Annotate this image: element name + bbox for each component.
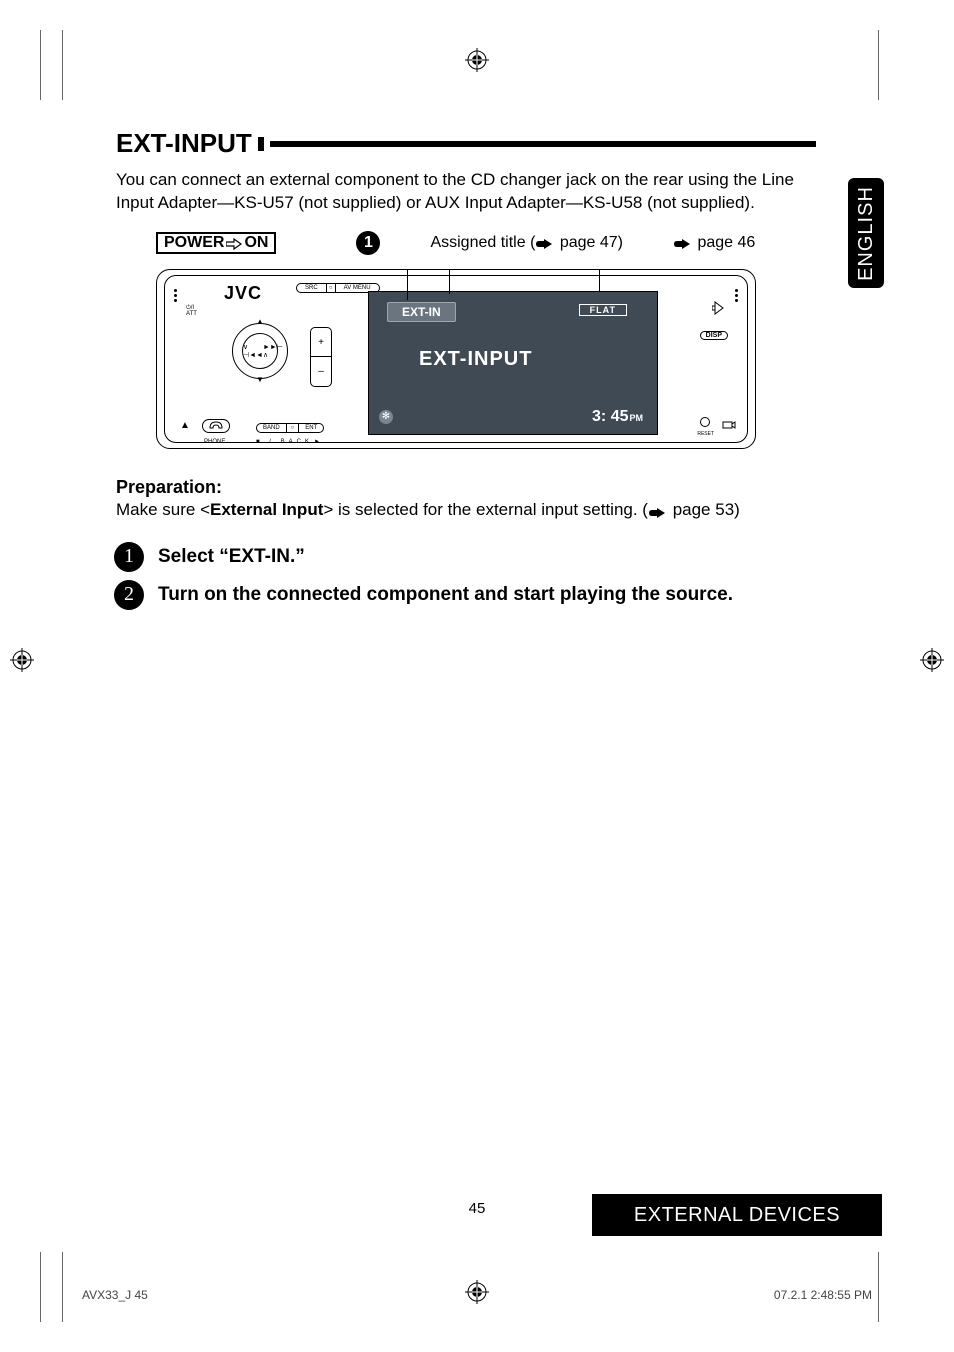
power-label-left: POWER (164, 234, 224, 252)
volume-rocker[interactable]: + – (310, 327, 332, 387)
registration-mark-bottom (465, 1280, 489, 1304)
preparation-body: Make sure <External Input> is selected f… (116, 500, 816, 520)
src-button[interactable]: SRC (296, 283, 326, 293)
step-2-badge: 2 (114, 580, 144, 610)
indicator-dots-left (174, 289, 177, 302)
screen-clock: 3: 45PM (592, 408, 643, 426)
pointing-hand-icon (648, 504, 666, 516)
device-screen: EXT-IN FLAT EXT-INPUT ✻ 3: 45PM (368, 291, 658, 435)
screen-eq-label: FLAT (579, 304, 627, 316)
device-diagram: JVC SRC ○ AV MENU ⏻/I ATT ▲ ∨ ⊣◄◄ ►►⊢ ∧ … (156, 261, 756, 451)
camera-icon (722, 419, 736, 431)
leader-line-icon (599, 270, 600, 292)
registration-mark-right (920, 648, 944, 672)
screen-source-tab: EXT-IN (387, 302, 456, 322)
dpad-group: ▲ ∨ ⊣◄◄ ►►⊢ ∧ ▼ + – (214, 317, 364, 407)
att-label: ⏻/I ATT (186, 305, 197, 317)
ent-button[interactable]: ENT (299, 423, 324, 433)
bluetooth-icon: ✻ (379, 410, 393, 424)
vol-plus[interactable]: + (311, 328, 331, 358)
page-number: 45 (469, 1200, 486, 1217)
screen-main-label: EXT-INPUT (419, 348, 532, 371)
clock-time: 3: 45 (592, 408, 628, 425)
disp-button[interactable]: DISP (700, 331, 728, 340)
footer-meta-left: AVX33_J 45 (82, 1288, 148, 1302)
pointing-hand-icon (535, 237, 553, 249)
phone-label: PHONE (204, 439, 225, 445)
reset-label: RESET (697, 431, 714, 437)
callout-row: POWER ON 1 Assigned title ( page 47) pag… (116, 231, 816, 255)
clock-pm: PM (630, 413, 644, 423)
band-button[interactable]: BAND (256, 423, 286, 433)
power-label-right: ON (244, 234, 268, 252)
pointing-hand-icon (673, 237, 691, 249)
heading-text: EXT-INPUT (116, 128, 252, 159)
leader-line-icon (407, 270, 408, 300)
brand-logo: JVC (224, 283, 262, 304)
steps-list: 1 Select “EXT-IN.” 2 Turn on the connect… (114, 542, 816, 610)
step-2: 2 Turn on the connected component and st… (114, 580, 816, 610)
intro-paragraph: You can connect an external component to… (116, 169, 816, 215)
mode-button[interactable]: ○ (326, 283, 336, 293)
indicator-dots-right (735, 289, 738, 302)
back-label: ■ / BACK (256, 439, 313, 445)
band-button-group: BAND ○ ENT (256, 423, 324, 433)
next-track-icon[interactable]: ►►⊢ ∧ (263, 343, 283, 359)
arrow-right-icon (226, 237, 242, 249)
registration-mark-top (465, 48, 489, 72)
page-ref-label: page 46 (673, 234, 755, 252)
step-1-badge: 1 (114, 542, 144, 572)
phone-button[interactable] (202, 419, 230, 433)
step-1-text: Select “EXT-IN.” (158, 546, 305, 568)
play-icon: ► (314, 439, 320, 445)
step-1: 1 Select “EXT-IN.” (114, 542, 816, 572)
down-icon[interactable]: ▼ (256, 375, 264, 384)
step-2-text: Turn on the connected component and star… (158, 584, 733, 606)
language-label: ENGLISH (855, 186, 878, 281)
right-arrow-icon[interactable] (712, 301, 726, 318)
preparation-heading: Preparation: (116, 477, 816, 498)
eject-icon[interactable]: ▲ (180, 420, 190, 431)
language-tab: ENGLISH (848, 178, 884, 288)
assigned-title-label: Assigned title ( page 47) (430, 234, 623, 252)
power-on-box: POWER ON (156, 232, 276, 254)
registration-mark-left (10, 648, 34, 672)
section-heading: EXT-INPUT (116, 128, 816, 159)
footer-section-bar: EXTERNAL DEVICES (592, 1194, 882, 1236)
vol-minus[interactable]: – (311, 357, 331, 386)
page-content: EXT-INPUT You can connect an external co… (116, 128, 816, 618)
footer-section-label: EXTERNAL DEVICES (634, 1204, 840, 1227)
band-mid-button[interactable]: ○ (286, 423, 300, 433)
leader-line-icon (449, 270, 450, 294)
callout-step-1-badge: 1 (356, 231, 380, 255)
reset-button[interactable] (700, 417, 710, 427)
heading-tick-icon (258, 137, 264, 151)
dpad-inner[interactable]: ∨ ⊣◄◄ ►►⊢ ∧ (242, 333, 278, 369)
heading-rule-icon (270, 141, 816, 147)
footer-meta-right: 07.2.1 2:48:55 PM (774, 1288, 872, 1302)
prev-track-icon[interactable]: ∨ ⊣◄◄ (243, 343, 263, 359)
